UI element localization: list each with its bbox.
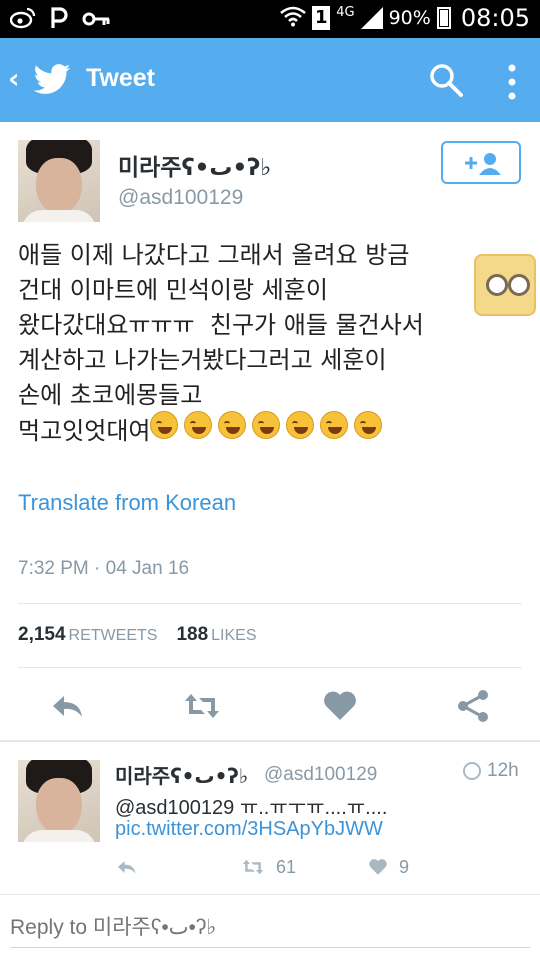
reply-reply-action[interactable]: [115, 855, 139, 879]
laughing-emoji-icon: [320, 411, 349, 439]
laughing-emoji-icon: [218, 411, 247, 439]
reply-media-link[interactable]: pic.twitter.com/3HSApYbJWW: [115, 818, 383, 841]
sticker-icon[interactable]: [474, 254, 536, 316]
reply-display-name[interactable]: 미라주ʕ•ٮ•ʔ♭: [115, 760, 248, 789]
user-handle[interactable]: @asd100129: [118, 186, 243, 210]
sim-icon: 1: [312, 6, 331, 30]
signal-icon: [360, 7, 383, 29]
twitter-bird-icon[interactable]: [32, 60, 72, 100]
reply-time: 12h: [487, 760, 519, 781]
retweets-count[interactable]: 2,154: [18, 624, 66, 645]
search-icon[interactable]: [428, 62, 464, 98]
share-icon[interactable]: [453, 686, 493, 726]
reply-retweet-count: 61: [276, 856, 297, 877]
reply-input[interactable]: [10, 908, 530, 948]
like-heart-icon[interactable]: [367, 856, 389, 878]
retweet-icon[interactable]: [182, 686, 222, 726]
battery-percent: 90%: [388, 7, 431, 29]
laughing-emoji-icon: [184, 411, 213, 439]
section-divider: [0, 740, 540, 742]
likes-count[interactable]: 188: [176, 624, 208, 645]
translate-link[interactable]: Translate from Korean: [18, 490, 236, 516]
divider: [18, 603, 522, 604]
follow-button[interactable]: [441, 141, 521, 184]
add-user-icon: [465, 153, 501, 175]
reply-composer: [0, 898, 540, 960]
reply-icon[interactable]: [48, 686, 88, 726]
reply-retweet-action[interactable]: 61: [240, 855, 296, 879]
key-icon: [82, 9, 110, 35]
more-options-icon[interactable]: [500, 62, 524, 102]
tweet-body: 애들 이제 나갔다고 그래서 올려요 방금 건대 이마트에 민석이랑 세훈이 왔…: [18, 238, 528, 451]
likes-label[interactable]: LIKES: [211, 627, 256, 644]
laughing-emoji-icon: [150, 411, 179, 439]
reply-like-action[interactable]: 9: [367, 855, 409, 879]
toolbar: ‹ Tweet: [0, 38, 540, 122]
status-bar: 1 4G 90% 08:05: [0, 0, 540, 38]
like-heart-icon[interactable]: [320, 686, 360, 726]
toolbar-title: Tweet: [86, 64, 155, 92]
laughing-emoji-icon: [354, 411, 383, 439]
p-icon: [50, 6, 68, 37]
reply-text: @asd100129 ㅠ..ㅠㅜㅠ....ㅠ....: [115, 797, 388, 819]
battery-icon: [436, 7, 451, 29]
clock: 08:05: [460, 4, 530, 32]
globe-icon: [463, 762, 481, 780]
section-divider: [0, 894, 540, 895]
retweets-label[interactable]: RETWEETS: [69, 627, 158, 644]
tweet-actions: [0, 686, 540, 726]
laughing-emoji-icon: [286, 411, 315, 439]
avatar[interactable]: [18, 140, 100, 222]
laughing-emoji-group: [150, 411, 388, 451]
reply-icon[interactable]: [115, 855, 139, 879]
tweet-stats: 2,154 RETWEETS 188 LIKES: [18, 624, 257, 646]
back-chevron-icon[interactable]: ‹: [8, 62, 20, 95]
network-label: 4G: [336, 4, 355, 20]
retweet-icon[interactable]: [240, 855, 266, 879]
display-name[interactable]: 미라주ʕ•ٮ•ʔ♭: [118, 148, 271, 182]
tweet-timestamp: 7:32 PM · 04 Jan 16: [18, 558, 190, 579]
reply-like-count: 9: [399, 856, 410, 877]
wifi-icon: [280, 5, 307, 32]
weibo-icon: [9, 7, 36, 36]
reply-avatar[interactable]: [18, 760, 100, 842]
reply-user-handle[interactable]: @asd100129: [264, 764, 377, 786]
divider: [18, 667, 522, 668]
laughing-emoji-icon: [252, 411, 281, 439]
